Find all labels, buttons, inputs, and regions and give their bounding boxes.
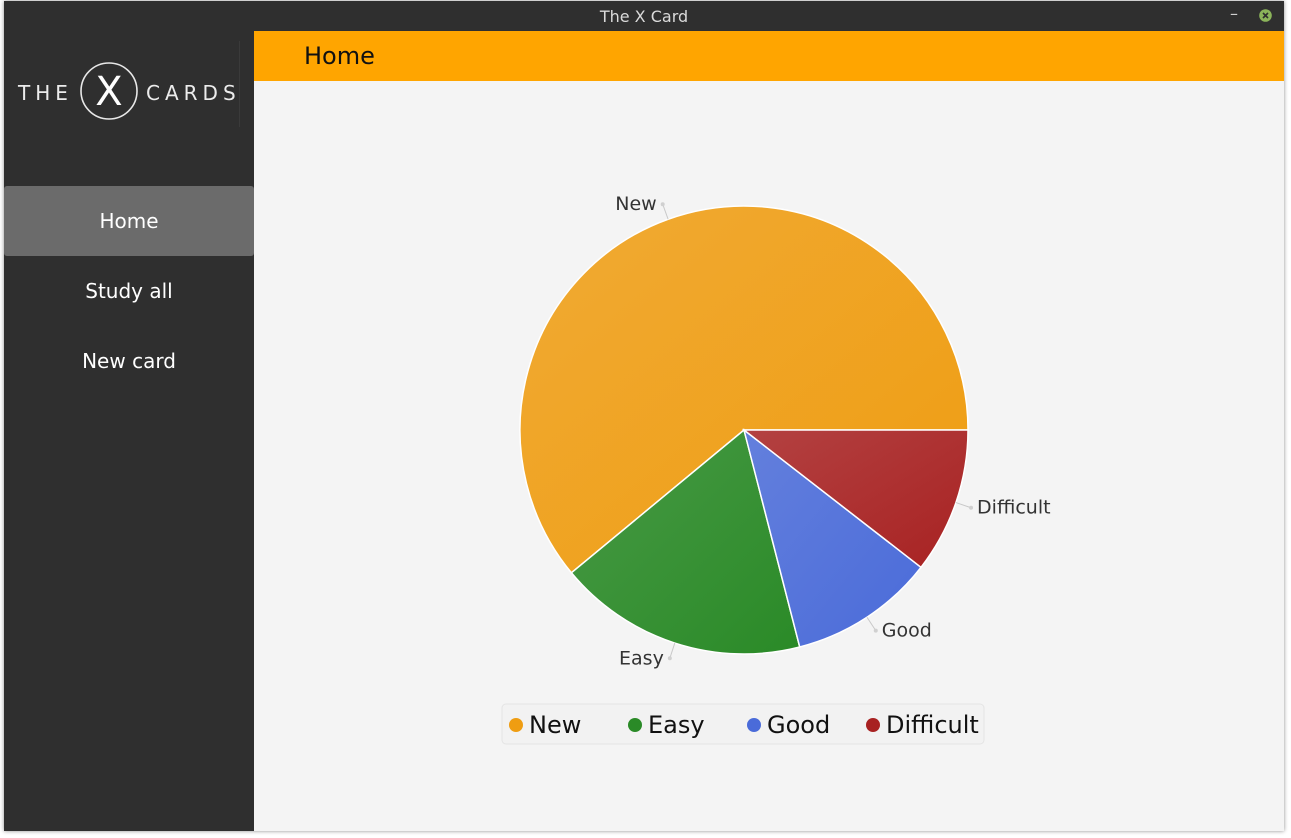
pie-label-new: New: [615, 193, 656, 215]
pie-leader-difficult: [955, 502, 972, 509]
pie-label-difficult: Difficult: [977, 497, 1051, 519]
minimize-button[interactable]: –: [1230, 4, 1238, 23]
pie-leader-dot: [969, 505, 974, 510]
pie-leader-dot: [660, 202, 665, 207]
legend-swatch-good: [747, 718, 761, 732]
pie-label-easy: Easy: [619, 647, 664, 669]
sidebar-item-new-card[interactable]: New card: [4, 326, 254, 396]
app-logo: THE X CARDS: [4, 41, 244, 125]
logo-x-icon: X: [80, 62, 138, 120]
sidebar: THE X CARDS Home Study all New card: [4, 31, 254, 831]
logo-divider: [239, 41, 240, 127]
pie-chart: New Easy Good Difficult New Easy Good Difficult: [501, 193, 1051, 745]
pie-leader-dot: [667, 656, 672, 661]
legend-label-new: New: [529, 711, 581, 739]
window-title: The X Card: [599, 7, 689, 26]
legend-swatch-easy: [628, 718, 642, 732]
logo-mark: X: [95, 69, 122, 115]
page-header: Home: [254, 31, 1284, 81]
pie-label-good: Good: [882, 620, 932, 642]
main-content: Home New Easy Good Difficult New Easy Good Diff…: [254, 31, 1284, 831]
pie-leader-new: [662, 204, 669, 220]
sidebar-item-home[interactable]: Home: [4, 186, 254, 256]
title-bar: The X Card –: [4, 1, 1284, 31]
app-window: The X Card – THE X CARDS Home Study all …: [4, 1, 1284, 831]
pie-leader-easy: [669, 642, 676, 659]
logo-text-right: CARDS: [146, 81, 241, 105]
legend-swatch-difficult: [866, 718, 880, 732]
legend-label-good: Good: [767, 711, 830, 739]
logo-text-left: THE: [18, 81, 73, 105]
page-title: Home: [304, 42, 375, 70]
legend-label-difficult: Difficult: [886, 711, 979, 739]
chart-legend: New Easy Good Difficult: [501, 703, 985, 745]
legend-label-easy: Easy: [648, 711, 705, 739]
pie-leader-good: [866, 616, 877, 631]
close-icon[interactable]: [1259, 9, 1272, 22]
sidebar-item-study-all[interactable]: Study all: [4, 256, 254, 326]
legend-swatch-new: [509, 718, 523, 732]
pie-leader-dot: [873, 628, 878, 633]
